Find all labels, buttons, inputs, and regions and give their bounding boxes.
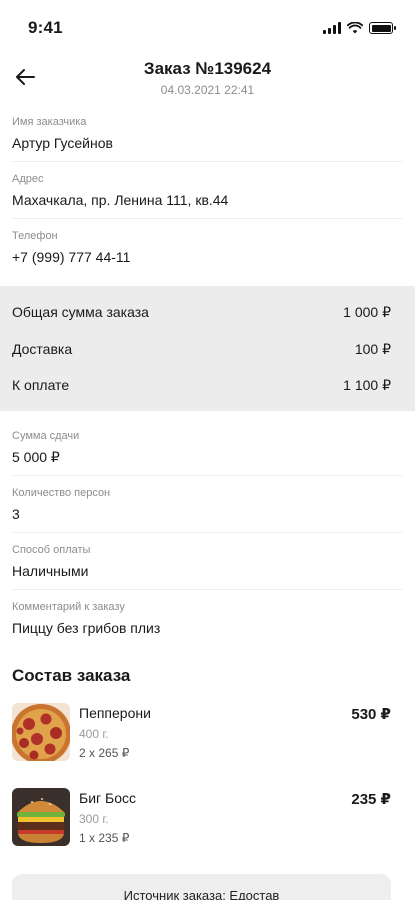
- summary-label: Общая сумма заказа: [12, 304, 149, 320]
- item-quantity: 1 x 235 ₽: [79, 831, 130, 845]
- summary-row-to-pay: К оплате 1 100 ₽: [12, 377, 391, 394]
- burger-image: [12, 788, 70, 846]
- order-item[interactable]: Пепперони 400 г. 2 x 265 ₽ 530 ₽: [12, 703, 391, 765]
- order-contents-title: Состав заказа: [12, 666, 131, 685]
- signal-icon: [323, 22, 341, 34]
- summary-row-delivery: Доставка 100 ₽: [12, 341, 391, 358]
- change-field: Сумма сдачи 5 000 ₽: [12, 430, 403, 466]
- divider: [12, 589, 403, 590]
- item-name: Пепперони: [79, 705, 151, 721]
- status-time: 9:41: [28, 18, 63, 37]
- customer-name-field: Имя заказчика Артур Гусейнов: [12, 116, 403, 151]
- item-quantity: 2 x 265 ₽: [79, 746, 130, 760]
- field-label: Телефон: [12, 230, 58, 242]
- field-value: 5 000 ₽: [12, 449, 60, 465]
- field-value: Пиццу без грибов плиз: [12, 620, 161, 636]
- summary-value: 1 100 ₽: [343, 377, 391, 393]
- persons-field: Количество персон 3: [12, 487, 403, 522]
- pizza-image: [12, 703, 70, 761]
- divider: [12, 161, 403, 162]
- field-value[interactable]: +7 (999) 777 44-11: [12, 249, 403, 265]
- item-price: 530 ₽: [351, 706, 391, 723]
- payment-method-field: Способ оплаты Наличными: [12, 544, 403, 579]
- field-value: 3: [12, 506, 20, 522]
- page-title: Заказ №139624: [143, 59, 272, 78]
- field-value: Махачкала, пр. Ленина 111, кв.44: [12, 192, 229, 208]
- item-name: Биг Босс: [79, 790, 136, 806]
- order-item[interactable]: Биг Босс 300 г. 1 x 235 ₽ 235 ₽: [12, 788, 391, 850]
- summary-row-total: Общая сумма заказа 1 000 ₽: [12, 304, 391, 321]
- field-label: Способ оплаты: [12, 544, 91, 556]
- field-label: Имя заказчика: [12, 116, 87, 128]
- summary-value: 1 000 ₽: [343, 304, 391, 320]
- header: Заказ №139624 04.03.2021 22:41: [0, 54, 415, 104]
- divider: [12, 475, 403, 476]
- field-label: Количество персон: [12, 487, 111, 499]
- item-price: 235 ₽: [351, 791, 391, 808]
- battery-icon: [369, 22, 396, 34]
- comment-field: Комментарий к заказу Пиццу без грибов пл…: [12, 601, 403, 636]
- status-bar: 9:41: [0, 0, 415, 54]
- field-label: Комментарий к заказу: [12, 601, 125, 613]
- order-summary: Общая сумма заказа 1 000 ₽ Доставка 100 …: [0, 286, 415, 411]
- field-label: Адрес: [12, 173, 44, 185]
- item-weight: 400 г.: [79, 727, 109, 741]
- item-weight: 300 г.: [79, 812, 109, 826]
- phone-field: Телефон +7 (999) 777 44-11: [12, 230, 403, 265]
- wifi-icon: [347, 22, 363, 34]
- order-datetime: 04.03.2021 22:41: [160, 83, 255, 97]
- field-label: Сумма сдачи: [12, 430, 80, 442]
- summary-label: К оплате: [12, 377, 70, 393]
- address-field: Адрес Махачкала, пр. Ленина 111, кв.44: [12, 173, 403, 208]
- summary-label: Доставка: [12, 341, 73, 357]
- summary-value: 100 ₽: [354, 341, 391, 357]
- field-value: Артур Гусейнов: [12, 135, 113, 151]
- order-source-banner: Источник заказа: Едостав: [12, 874, 391, 900]
- divider: [12, 218, 403, 219]
- status-icons: [323, 22, 396, 34]
- divider: [12, 532, 403, 533]
- field-value: Наличными: [12, 563, 89, 579]
